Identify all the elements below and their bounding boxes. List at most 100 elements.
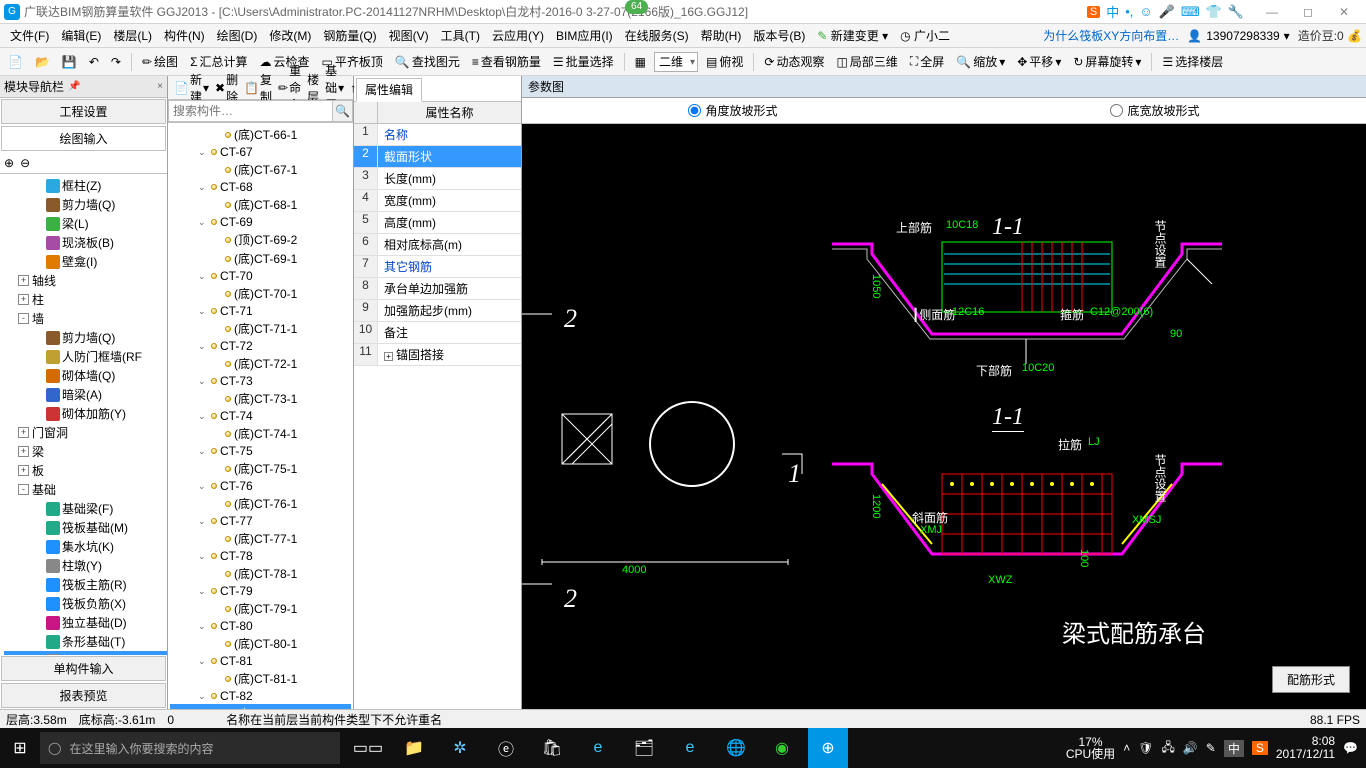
comp-node[interactable]: ⌄CT-74 xyxy=(170,408,351,424)
nav-node[interactable]: +门窗洞 xyxy=(4,423,167,442)
select-floor-button[interactable]: ☰选择楼层 xyxy=(1158,53,1227,70)
tray-up-icon[interactable]: ˄ xyxy=(1123,741,1130,755)
ime-tool-icon[interactable]: 🔧 xyxy=(1228,4,1244,20)
prop-row[interactable]: 1名称 xyxy=(354,124,521,146)
comp-node[interactable]: (底)CT-80-1 xyxy=(170,634,351,653)
nav-node[interactable]: 框柱(Z) xyxy=(4,176,167,195)
menu-10[interactable]: BIM应用(I) xyxy=(550,27,619,44)
tray-clock[interactable]: 8:082017/12/11 xyxy=(1276,735,1335,761)
explorer-icon[interactable]: 📁 xyxy=(394,728,434,768)
comp-node[interactable]: ⌄CT-80 xyxy=(170,618,351,634)
comp-node[interactable]: (底)CT-69-1 xyxy=(170,249,351,268)
comp-node[interactable]: (底)CT-74-1 xyxy=(170,424,351,443)
comp-node[interactable]: ⌄CT-78 xyxy=(170,548,351,564)
comp-node[interactable]: (底)CT-68-1 xyxy=(170,195,351,214)
draw-button[interactable]: ✏绘图 xyxy=(138,53,182,70)
search-button[interactable]: 🔍 xyxy=(332,100,353,122)
screen-rotate-button[interactable]: ↻屏幕旋转 ▾ xyxy=(1069,53,1145,70)
prop-row[interactable]: 4宽度(mm) xyxy=(354,190,521,212)
nav-node[interactable]: 条形基础(T) xyxy=(4,632,167,651)
cube-icon[interactable]: ▦ xyxy=(631,55,650,69)
new-change-button[interactable]: ✎ 新建变更 ▾ xyxy=(811,27,894,44)
menu-0[interactable]: 文件(F) xyxy=(4,27,55,44)
comp-node[interactable]: ⌄CT-81 xyxy=(170,653,351,669)
menu-4[interactable]: 绘图(D) xyxy=(211,27,264,44)
tray-notif-icon[interactable]: 💬 xyxy=(1343,741,1358,755)
nav-node[interactable]: -基础 xyxy=(4,480,167,499)
close-panel-icon[interactable]: × xyxy=(157,81,163,92)
menu-13[interactable]: 版本号(B) xyxy=(747,27,811,44)
edge2-icon[interactable]: e xyxy=(578,728,618,768)
menu-7[interactable]: 视图(V) xyxy=(383,27,435,44)
tray-sogou-icon[interactable]: S xyxy=(1252,741,1268,755)
maximize-button[interactable]: ◻ xyxy=(1290,2,1326,22)
tray-net-icon[interactable]: 🖧 xyxy=(1161,738,1174,759)
folder2-icon[interactable]: 🗂 xyxy=(624,728,664,768)
nav-node[interactable]: 现浇板(B) xyxy=(4,233,167,252)
comp-node[interactable]: ⌄CT-72 xyxy=(170,338,351,354)
comp-node[interactable]: (顶)CT-69-2 xyxy=(170,230,351,249)
prop-row[interactable]: 10备注 xyxy=(354,322,521,344)
nav-node[interactable]: 砌体加筋(Y) xyxy=(4,404,167,423)
radio-width-slope[interactable]: 底宽放坡形式 xyxy=(1110,102,1199,119)
comp-node[interactable]: (底)CT-77-1 xyxy=(170,529,351,548)
prop-row[interactable]: 7其它钢筋 xyxy=(354,256,521,278)
comp-node[interactable]: ⌄CT-71 xyxy=(170,303,351,319)
nav-node[interactable]: 基础梁(F) xyxy=(4,499,167,518)
prop-row[interactable]: 5高度(mm) xyxy=(354,212,521,234)
view-2d-combo[interactable]: 二维 xyxy=(654,52,698,72)
user-small[interactable]: ◷ 广小二 xyxy=(894,27,956,44)
nav-node[interactable]: 独立基础(D) xyxy=(4,613,167,632)
view-rebar-button[interactable]: ≡查看钢筋量 xyxy=(468,53,545,70)
sum-button[interactable]: Σ 汇总计算 xyxy=(186,53,251,70)
nav-node[interactable]: 柱墩(Y) xyxy=(4,556,167,575)
comp-node[interactable]: ⌄CT-73 xyxy=(170,373,351,389)
ime-mic-icon[interactable]: 🎤 xyxy=(1159,4,1175,20)
ime-smile-icon[interactable]: ☺ xyxy=(1139,4,1152,19)
property-tab[interactable]: 属性编辑 xyxy=(356,78,422,102)
comp-node[interactable]: (底)CT-79-1 xyxy=(170,599,351,618)
nav-node[interactable]: 剪力墙(Q) xyxy=(4,328,167,347)
comp-node[interactable]: ⌄CT-70 xyxy=(170,268,351,284)
radio-angle-slope[interactable]: 角度放坡形式 xyxy=(688,102,777,119)
nav-node[interactable]: -墙 xyxy=(4,309,167,328)
nav-node[interactable]: +板 xyxy=(4,461,167,480)
comp-node[interactable]: ⌄CT-76 xyxy=(170,478,351,494)
tray-ime[interactable]: 中 xyxy=(1224,740,1244,757)
collapse-icon[interactable]: ⊖ xyxy=(20,156,30,170)
nav-node[interactable]: 桩承台(V) xyxy=(4,651,167,655)
dynamic-view-button[interactable]: ⟳动态观察 xyxy=(760,53,828,70)
tab-draw-input[interactable]: 绘图输入 xyxy=(1,126,166,151)
batch-select-button[interactable]: ☰批量选择 xyxy=(549,53,618,70)
tray-shield-icon[interactable]: 🛡 xyxy=(1138,741,1153,755)
nav-node[interactable]: 人防门框墙(RF xyxy=(4,347,167,366)
nav-node[interactable]: 砌体墙(Q) xyxy=(4,366,167,385)
new-file-icon[interactable]: 📄 xyxy=(4,55,27,69)
tray-pen-icon[interactable]: ✎ xyxy=(1206,741,1216,755)
close-button[interactable]: ✕ xyxy=(1326,2,1362,22)
comp-node[interactable]: (底)CT-82-1 xyxy=(170,704,351,709)
menu-3[interactable]: 构件(N) xyxy=(158,27,211,44)
comp-node[interactable]: ⌄CT-69 xyxy=(170,214,351,230)
ie-icon[interactable]: e xyxy=(670,728,710,768)
tab-single-component[interactable]: 单构件输入 xyxy=(1,656,166,681)
nav-node[interactable]: +梁 xyxy=(4,442,167,461)
comp-node[interactable]: ⌄CT-77 xyxy=(170,513,351,529)
comp-node[interactable]: (底)CT-66-1 xyxy=(170,125,351,144)
app1-icon[interactable]: ✲ xyxy=(440,728,480,768)
tray-vol-icon[interactable]: 🔊 xyxy=(1183,741,1198,755)
prop-row[interactable]: 9加强筋起步(mm) xyxy=(354,300,521,322)
comp-node[interactable]: (底)CT-76-1 xyxy=(170,494,351,513)
360-icon[interactable]: ◉ xyxy=(762,728,802,768)
minimize-button[interactable]: — xyxy=(1254,2,1290,22)
comp-node[interactable]: ⌄CT-82 xyxy=(170,688,351,704)
ime-person-icon[interactable]: 👕 xyxy=(1206,4,1222,20)
ime-keyboard-icon[interactable]: ⌨ xyxy=(1181,4,1200,20)
nav-node[interactable]: 梁(L) xyxy=(4,214,167,233)
why-link[interactable]: 为什么筏板XY方向布置… xyxy=(1043,27,1179,44)
nav-node[interactable]: 暗梁(A) xyxy=(4,385,167,404)
menu-9[interactable]: 云应用(Y) xyxy=(486,27,550,44)
user-phone[interactable]: 👤13907298339 ▾ xyxy=(1187,29,1289,43)
find-elem-button[interactable]: 🔍查找图元 xyxy=(391,53,464,70)
comp-node[interactable]: ⌄CT-68 xyxy=(170,179,351,195)
